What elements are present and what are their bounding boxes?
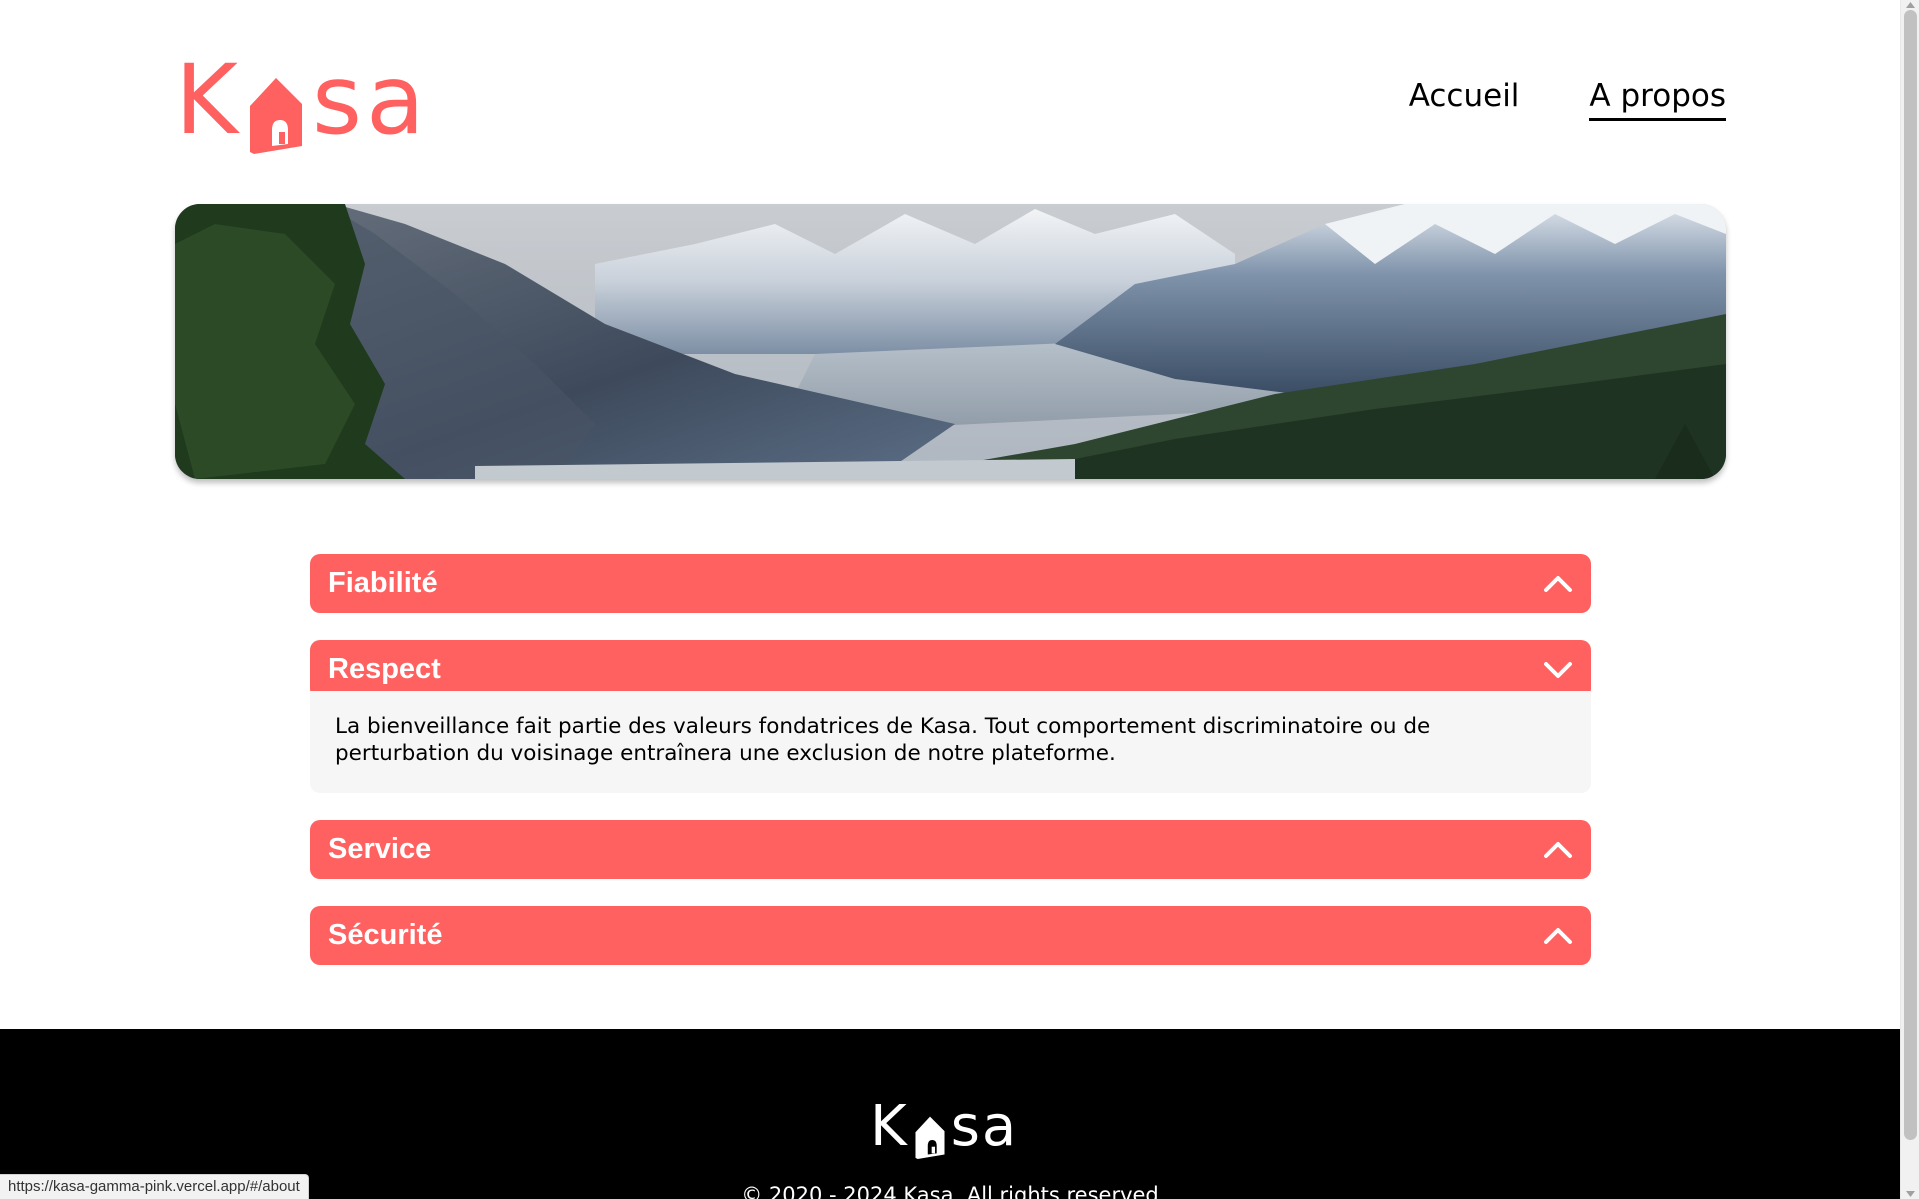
collapse-securite: Sécurité: [310, 906, 1591, 965]
collapse-content-respect: La bienveillance fait partie des valeurs…: [310, 691, 1591, 793]
collapse-title: Sécurité: [328, 919, 443, 951]
scroll-up-arrow-icon[interactable]: [1905, 1, 1916, 9]
nav-link-accueil[interactable]: Accueil: [1409, 78, 1520, 121]
collapse-header-service[interactable]: Service: [310, 820, 1591, 879]
logo-letters-sa: sa: [311, 44, 429, 156]
collapse-header-securite[interactable]: Sécurité: [310, 906, 1591, 965]
main-nav: Accueil A propos: [1409, 78, 1726, 121]
footer-logo-letter-k: K: [870, 1094, 909, 1159]
logo-letter-k: K: [175, 44, 242, 156]
about-banner: [175, 204, 1726, 479]
chevron-up-icon[interactable]: [1543, 921, 1573, 951]
logo-wordmark: K sa: [175, 44, 429, 156]
mountain-landscape-image: [175, 204, 1726, 479]
page: K sa Accueil A propos Fiabilité Respect …: [0, 0, 1900, 1199]
collapse-fiabilite: Fiabilité: [310, 554, 1591, 613]
nav-link-a-propos[interactable]: A propos: [1589, 78, 1726, 121]
link-status-bar: https://kasa-gamma-pink.vercel.app/#/abo…: [0, 1174, 309, 1199]
values-accordion: Fiabilité Respect La bienveillance fait …: [310, 554, 1591, 992]
chevron-up-icon[interactable]: [1543, 835, 1573, 865]
house-icon: [249, 78, 302, 154]
chevron-down-icon[interactable]: [1543, 655, 1573, 685]
kasa-logo[interactable]: K sa: [175, 44, 429, 156]
scrollbar-thumb[interactable]: [1904, 10, 1917, 1140]
scroll-down-arrow-icon[interactable]: [1905, 1190, 1916, 1198]
collapse-respect: Respect La bienveillance fait partie des…: [310, 640, 1591, 793]
footer-logo-letters-sa: sa: [950, 1094, 1019, 1159]
collapse-title: Fiabilité: [328, 567, 438, 599]
collapse-header-fiabilite[interactable]: Fiabilité: [310, 554, 1591, 613]
site-header: K sa Accueil A propos: [175, 44, 1726, 156]
chevron-up-icon[interactable]: [1543, 569, 1573, 599]
footer-logo: K sa: [870, 1094, 1019, 1159]
footer-logo-wordmark: K sa: [870, 1094, 1019, 1159]
collapse-service: Service: [310, 820, 1591, 879]
vertical-scrollbar[interactable]: [1900, 0, 1919, 1199]
collapse-title: Service: [328, 833, 432, 865]
collapse-title: Respect: [328, 653, 441, 685]
house-icon: [915, 1116, 945, 1159]
collapse-text: La bienveillance fait partie des valeurs…: [335, 714, 1431, 766]
